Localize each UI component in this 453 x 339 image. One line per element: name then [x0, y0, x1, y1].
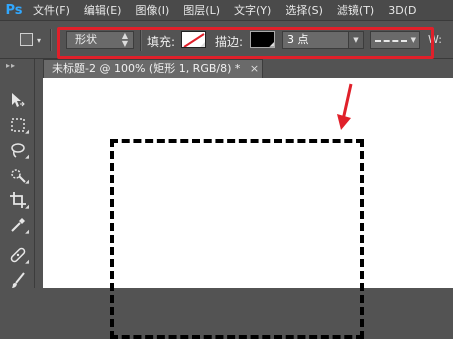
- document-canvas[interactable]: [43, 78, 453, 339]
- eyedropper-tool-icon[interactable]: ◢: [7, 214, 29, 236]
- photoshop-logo[interactable]: Ps: [2, 0, 26, 20]
- close-icon[interactable]: ×: [250, 62, 259, 75]
- menu-edit[interactable]: 编辑(E): [77, 2, 129, 18]
- menu-layer[interactable]: 图层(L): [176, 2, 227, 18]
- pointer-arrow-icon: [337, 83, 353, 130]
- menu-filter[interactable]: 滤镜(T): [330, 2, 381, 18]
- document-tab[interactable]: 未标题-2 @ 100% (矩形 1, RGB/8) * ×: [43, 59, 263, 78]
- tools-panel: ▸▸ ◢ ◢ ◢ ◢ ◢ ◢: [0, 59, 35, 288]
- menu-type[interactable]: 文字(Y): [227, 2, 278, 18]
- dashed-rectangle-shape[interactable]: [110, 139, 364, 339]
- panel-grip-icon[interactable]: ▸▸: [6, 61, 16, 70]
- menu-file[interactable]: 文件(F): [26, 2, 77, 18]
- crop-tool-icon[interactable]: ◢: [7, 189, 29, 211]
- menu-select[interactable]: 选择(S): [278, 2, 330, 18]
- healing-brush-tool-icon[interactable]: ◢: [7, 244, 29, 266]
- menu-bar: Ps 文件(F) 编辑(E) 图像(I) 图层(L) 文字(Y) 选择(S) 滤…: [0, 0, 453, 21]
- menu-3d[interactable]: 3D(D: [381, 4, 423, 17]
- separator: [50, 29, 52, 51]
- rectangle-tool-preset-icon[interactable]: [20, 33, 33, 46]
- preset-dropdown-icon[interactable]: ▾: [37, 36, 41, 45]
- highlight-annotation-box: [57, 27, 434, 59]
- document-title: 未标题-2 @ 100% (矩形 1, RGB/8) *: [52, 62, 241, 75]
- menu-image[interactable]: 图像(I): [128, 2, 176, 18]
- lasso-tool-icon[interactable]: ◢: [7, 139, 29, 161]
- marquee-tool-icon[interactable]: ◢: [7, 114, 29, 136]
- quick-selection-tool-icon[interactable]: ◢: [7, 164, 29, 186]
- move-tool-icon[interactable]: [7, 89, 29, 111]
